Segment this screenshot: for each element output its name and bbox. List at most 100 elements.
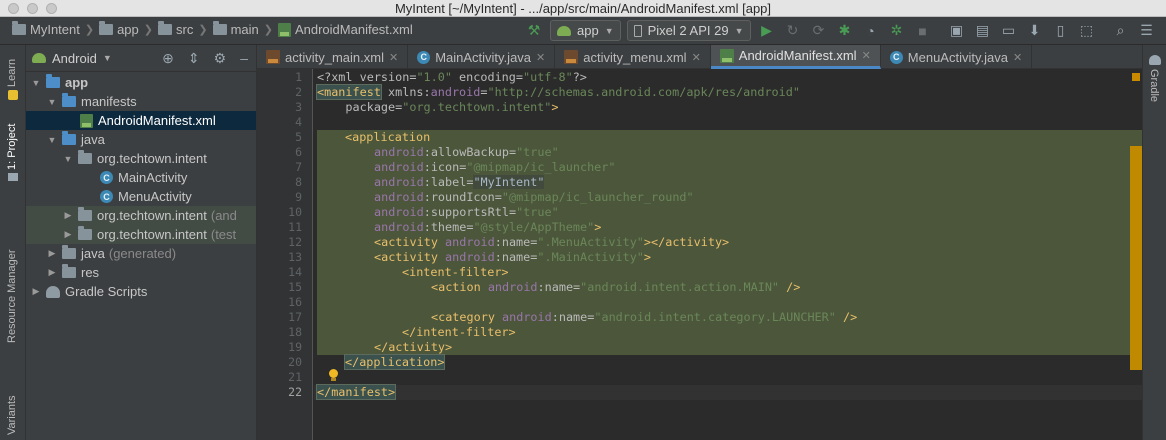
expand-arrow-icon[interactable]: ▼ xyxy=(62,154,74,164)
stop-icon[interactable]: ■ xyxy=(913,21,933,41)
code-line-3: package="org.techtown.intent"> xyxy=(317,100,559,114)
attach-debugger-icon[interactable]: ✲ xyxy=(887,21,907,41)
scrollbar-marker[interactable] xyxy=(1130,146,1142,370)
line-number-current: 22 xyxy=(288,385,302,399)
sdk-manager-icon[interactable]: ⬇ xyxy=(1025,21,1045,41)
line-number: 6 xyxy=(295,145,302,159)
hide-panel-icon[interactable]: – xyxy=(240,50,248,67)
tree-item-java[interactable]: ▼ java xyxy=(26,130,256,149)
tree-item-package-test[interactable]: ▶ org.techtown.intent (test xyxy=(26,225,256,244)
run-config-dropdown[interactable]: app ▼ xyxy=(550,20,621,41)
tab-menuactivity[interactable]: C MenuActivity.java ✕ xyxy=(881,45,1033,69)
class-icon: C xyxy=(889,50,903,64)
close-tab-icon[interactable]: ✕ xyxy=(389,51,398,64)
android-icon xyxy=(557,25,571,36)
resource-folder-icon xyxy=(62,264,76,278)
tree-item-manifests[interactable]: ▼ manifests xyxy=(26,92,256,111)
line-number: 16 xyxy=(288,295,302,309)
tree-item-mainactivity[interactable]: C MainActivity xyxy=(26,168,256,187)
breadcrumb-app[interactable]: app xyxy=(99,21,139,37)
line-number-gutter: 1 2 3 4 5 6 7 8 9 10 11 12 13 14 15 16 1… xyxy=(257,69,313,440)
expand-arrow-icon[interactable]: ▼ xyxy=(46,135,58,145)
code-editor[interactable]: 1 2 3 4 5 6 7 8 9 10 11 12 13 14 15 16 1… xyxy=(257,69,1142,440)
tab-mainactivity[interactable]: C MainActivity.java ✕ xyxy=(408,45,556,69)
close-tab-icon[interactable]: ✕ xyxy=(862,49,871,62)
close-tab-icon[interactable]: ✕ xyxy=(536,51,545,64)
target-icon[interactable]: ⊕ xyxy=(162,50,174,67)
editor-tabs: activity_main.xml ✕ C MainActivity.java … xyxy=(257,45,1142,69)
tab-activity-menu[interactable]: activity_menu.xml ✕ xyxy=(555,45,711,69)
tree-item-gradle-scripts[interactable]: ▶ Gradle Scripts xyxy=(26,282,256,301)
close-tab-icon[interactable]: ✕ xyxy=(1013,51,1022,64)
expand-arrow-icon[interactable]: ▼ xyxy=(46,97,58,107)
code-line-2: <manifest xmlns:android="http://schemas.… xyxy=(316,84,800,100)
breadcrumb-file[interactable]: AndroidManifest.xml xyxy=(277,22,413,37)
learn-icon xyxy=(8,90,18,100)
caret-line-highlight xyxy=(314,385,1142,400)
tree-item-package[interactable]: ▼ org.techtown.intent xyxy=(26,149,256,168)
collapse-arrow-icon[interactable]: ▶ xyxy=(30,286,42,297)
device-dropdown[interactable]: Pixel 2 API 29 ▼ xyxy=(626,20,751,41)
chevron-right-icon: ❯ xyxy=(84,24,95,36)
folder-icon xyxy=(62,131,76,145)
project-tool-tab[interactable]: 1: Project xyxy=(6,124,18,170)
analysis-status-icon[interactable] xyxy=(1132,73,1140,81)
variants-tool-tab[interactable]: Variants xyxy=(6,395,18,435)
collapse-all-icon[interactable]: ⇕ xyxy=(188,50,200,67)
tab-androidmanifest[interactable]: AndroidManifest.xml ✕ xyxy=(710,45,881,69)
dropdown-caret-icon: ▼ xyxy=(734,25,744,36)
tree-item-package-androidtest[interactable]: ▶ org.techtown.intent (and xyxy=(26,206,256,225)
sync-project-icon[interactable]: ▣ xyxy=(947,21,967,41)
tree-item-app[interactable]: ▼ app xyxy=(26,73,256,92)
collapse-arrow-icon[interactable]: ▶ xyxy=(62,229,74,240)
tree-item-menuactivity[interactable]: C MenuActivity xyxy=(26,187,256,206)
lightbulb-icon[interactable] xyxy=(328,369,339,382)
apply-code-changes-icon[interactable]: ⟳ xyxy=(809,21,829,41)
avd-manager-icon[interactable]: ▭ xyxy=(999,21,1019,41)
line-number: 19 xyxy=(288,340,302,354)
project-structure-icon[interactable]: ▤ xyxy=(973,21,993,41)
code-line-8: android:label="MyIntent" xyxy=(374,175,545,189)
project-panel: Android ▼ ⊕ ⇕ ⚙ – ▼ app ▼ manifests Andr… xyxy=(26,45,257,440)
collapse-arrow-icon[interactable]: ▶ xyxy=(46,267,58,278)
resource-manager-tool-tab[interactable]: Resource Manager xyxy=(6,249,18,343)
expand-arrow-icon[interactable]: ▼ xyxy=(30,78,42,88)
run-icon[interactable]: ▶ xyxy=(757,21,777,41)
folder-icon xyxy=(158,21,172,35)
breadcrumb-src[interactable]: src xyxy=(158,21,193,37)
device-file-explorer-icon[interactable]: ▯ xyxy=(1051,21,1071,41)
layout-inspector-icon[interactable]: ⬚ xyxy=(1077,21,1097,41)
line-number: 14 xyxy=(288,265,302,279)
tree-item-java-generated[interactable]: ▶ java (generated) xyxy=(26,244,256,263)
tab-activity-main[interactable]: activity_main.xml ✕ xyxy=(257,45,409,69)
dropdown-caret-icon: ▼ xyxy=(604,25,614,36)
collapse-arrow-icon[interactable]: ▶ xyxy=(62,210,74,221)
list-view-icon[interactable]: ☰ xyxy=(1137,21,1157,41)
hammer-build-icon[interactable]: ⚒ xyxy=(524,21,544,41)
learn-tool-tab[interactable]: Learn xyxy=(6,59,18,87)
project-panel-header: Android ▼ ⊕ ⇕ ⚙ – xyxy=(26,45,256,72)
debug-icon[interactable]: ✱ xyxy=(835,21,855,41)
phone-icon xyxy=(633,24,642,37)
code-line-17: <category android:name="android.intent.c… xyxy=(431,310,858,324)
dropdown-caret-icon[interactable]: ▼ xyxy=(103,53,112,63)
apply-changes-icon[interactable]: ↻ xyxy=(783,21,803,41)
tree-item-res[interactable]: ▶ res xyxy=(26,263,256,282)
profile-icon[interactable]: ◔ xyxy=(861,21,881,41)
module-folder-icon xyxy=(46,74,60,88)
breadcrumb-project[interactable]: MyIntent xyxy=(12,21,80,37)
line-number: 12 xyxy=(288,235,302,249)
manifest-file-icon xyxy=(719,48,734,63)
code-line-19: </activity> xyxy=(374,340,453,354)
tree-item-androidmanifest[interactable]: AndroidManifest.xml xyxy=(26,111,256,130)
line-number: 4 xyxy=(295,115,302,129)
collapse-arrow-icon[interactable]: ▶ xyxy=(46,248,58,259)
gradle-tool-tab[interactable]: Gradle xyxy=(1148,69,1160,102)
close-tab-icon[interactable]: ✕ xyxy=(692,51,701,64)
search-icon[interactable]: ⌕ xyxy=(1111,21,1131,41)
gear-icon[interactable]: ⚙ xyxy=(214,50,227,67)
window-titlebar: MyIntent [~/MyIntent] - .../app/src/main… xyxy=(0,0,1166,17)
breadcrumb-main[interactable]: main xyxy=(212,21,259,37)
code-line-18: </intent-filter> xyxy=(402,325,516,339)
view-mode-selector[interactable]: Android xyxy=(52,51,97,66)
